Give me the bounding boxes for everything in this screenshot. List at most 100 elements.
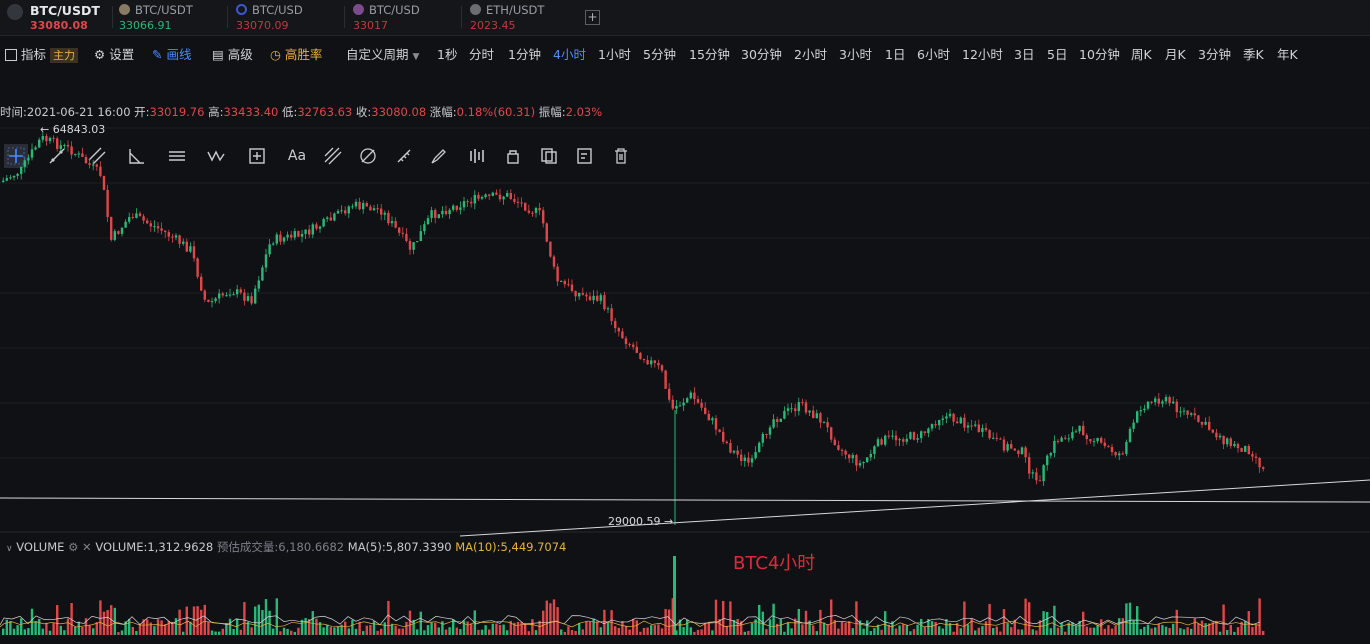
volume-bar [394,625,397,635]
candle-body [344,210,347,214]
candle-body [228,294,232,296]
period-4h[interactable]: 4小时 [553,44,586,63]
period-1s[interactable]: 1秒 [437,44,457,63]
volume-bar [902,624,905,635]
period-5m[interactable]: 5分钟 [643,44,676,63]
candle-body [225,295,228,297]
candle-body [617,328,620,332]
add-tab-button[interactable]: + [585,10,600,25]
volume-bar [570,629,574,635]
candle-body [765,434,768,436]
coin-icon [353,4,364,15]
candle-body [653,360,656,363]
candle-body [254,288,257,304]
period-3h[interactable]: 3小时 [839,44,872,63]
period-quarter[interactable]: 季K [1243,44,1264,63]
candle-body [23,160,26,167]
period-3d[interactable]: 3日 [1014,44,1034,63]
candle-body [603,295,606,310]
custom-period-dropdown[interactable]: 自定义周期 ▼ [346,44,419,63]
volume-bar [81,626,84,635]
period-12h[interactable]: 12小时 [962,44,1003,63]
volume-bar [959,628,962,635]
candle-body [520,202,523,204]
volume-bar [614,626,617,635]
ticker-tab-btc-usdt-main[interactable]: BTC/USDT 33080.08 [0,0,113,36]
candle-body [1125,441,1128,455]
candle-body [1017,450,1020,454]
custom-period-label: 自定义周期 [346,47,409,62]
candle-body [909,432,912,439]
volume-bar [416,629,419,635]
settings-button[interactable]: ⚙ 设置 [94,44,134,63]
candle-body [1136,411,1139,423]
candle-body [912,432,916,440]
period-1m[interactable]: 1分钟 [508,44,541,63]
volume-bar [423,630,426,635]
volume-bar [88,625,91,635]
candle-body [1164,397,1168,402]
candle-body [243,292,246,301]
period-timeline[interactable]: 分时 [469,44,494,63]
candle-body [974,424,977,426]
candle-body [614,320,617,329]
volume-bar [520,622,523,635]
candlestick-chart[interactable] [0,120,1370,644]
candle-body [632,344,635,347]
volume-bar [12,628,16,635]
volume-bar [635,620,638,635]
volume-bar [1089,627,1092,635]
period-6h[interactable]: 6小时 [917,44,950,63]
candle-body [12,175,16,178]
ticker-tab-btc-usdt[interactable]: BTC/USDT 33066.91 [113,0,228,36]
close-icon[interactable]: ✕ [82,540,92,554]
volume-bar [1222,604,1225,635]
winrate-button[interactable]: ◷ 高胜率 [270,44,322,63]
draw-button[interactable]: ✎ 画线 [152,44,191,63]
ticker-tab-btc-usd-1[interactable]: BTC/USD 33070.09 [228,0,345,36]
candle-body [308,229,311,235]
volume-title: VOLUME [16,540,65,554]
candle-body [880,439,883,445]
candle-body [322,218,325,227]
ticker-symbol: BTC/USDT [135,3,193,17]
candle-body [840,449,844,451]
volume-bar [696,629,700,635]
candle-body [34,147,37,150]
period-30m[interactable]: 30分钟 [741,44,782,63]
ticker-tab-btc-usd-2[interactable]: BTC/USD 33017 [345,0,462,36]
ticker-tab-eth-usdt[interactable]: ETH/USDT 2023.45 [462,0,578,36]
candle-body [581,292,584,295]
candle-body [1103,442,1106,446]
volume-bar [329,627,332,635]
indicator-button[interactable]: 指标 主力 [5,44,78,63]
volume-bar [768,619,772,635]
volume-info: ∨ VOLUME ⚙ ✕ VOLUME:1,312.9628 预估成交量:6,1… [6,539,566,555]
period-1h[interactable]: 1小时 [598,44,631,63]
candle-body [160,228,163,231]
gear-icon[interactable]: ⚙ [68,540,78,554]
period-1d[interactable]: 1日 [885,44,905,63]
candle-body [639,352,642,359]
period-week[interactable]: 周K [1131,44,1152,63]
period-3m[interactable]: 3分钟 [1198,44,1231,63]
candle-body [696,399,700,403]
chevron-down-icon[interactable]: ∨ [6,544,13,554]
period-2h[interactable]: 2小时 [794,44,827,63]
advanced-button[interactable]: ▤ 高级 [212,44,253,63]
volume-bar [974,630,977,635]
volume-bar [725,626,728,635]
candle-body [851,455,854,459]
volume-bar [1211,622,1214,635]
period-5d[interactable]: 5日 [1047,44,1067,63]
candle-body [52,137,55,139]
period-month[interactable]: 月K [1165,44,1186,63]
clock-icon: ◷ [270,47,281,62]
candle-body [743,457,746,462]
period-15m[interactable]: 15分钟 [689,44,730,63]
candle-body [1168,397,1171,404]
period-year[interactable]: 年K [1277,44,1298,63]
volume-bar [585,621,588,635]
period-10m[interactable]: 10分钟 [1079,44,1120,63]
volume-bar [1200,620,1204,635]
